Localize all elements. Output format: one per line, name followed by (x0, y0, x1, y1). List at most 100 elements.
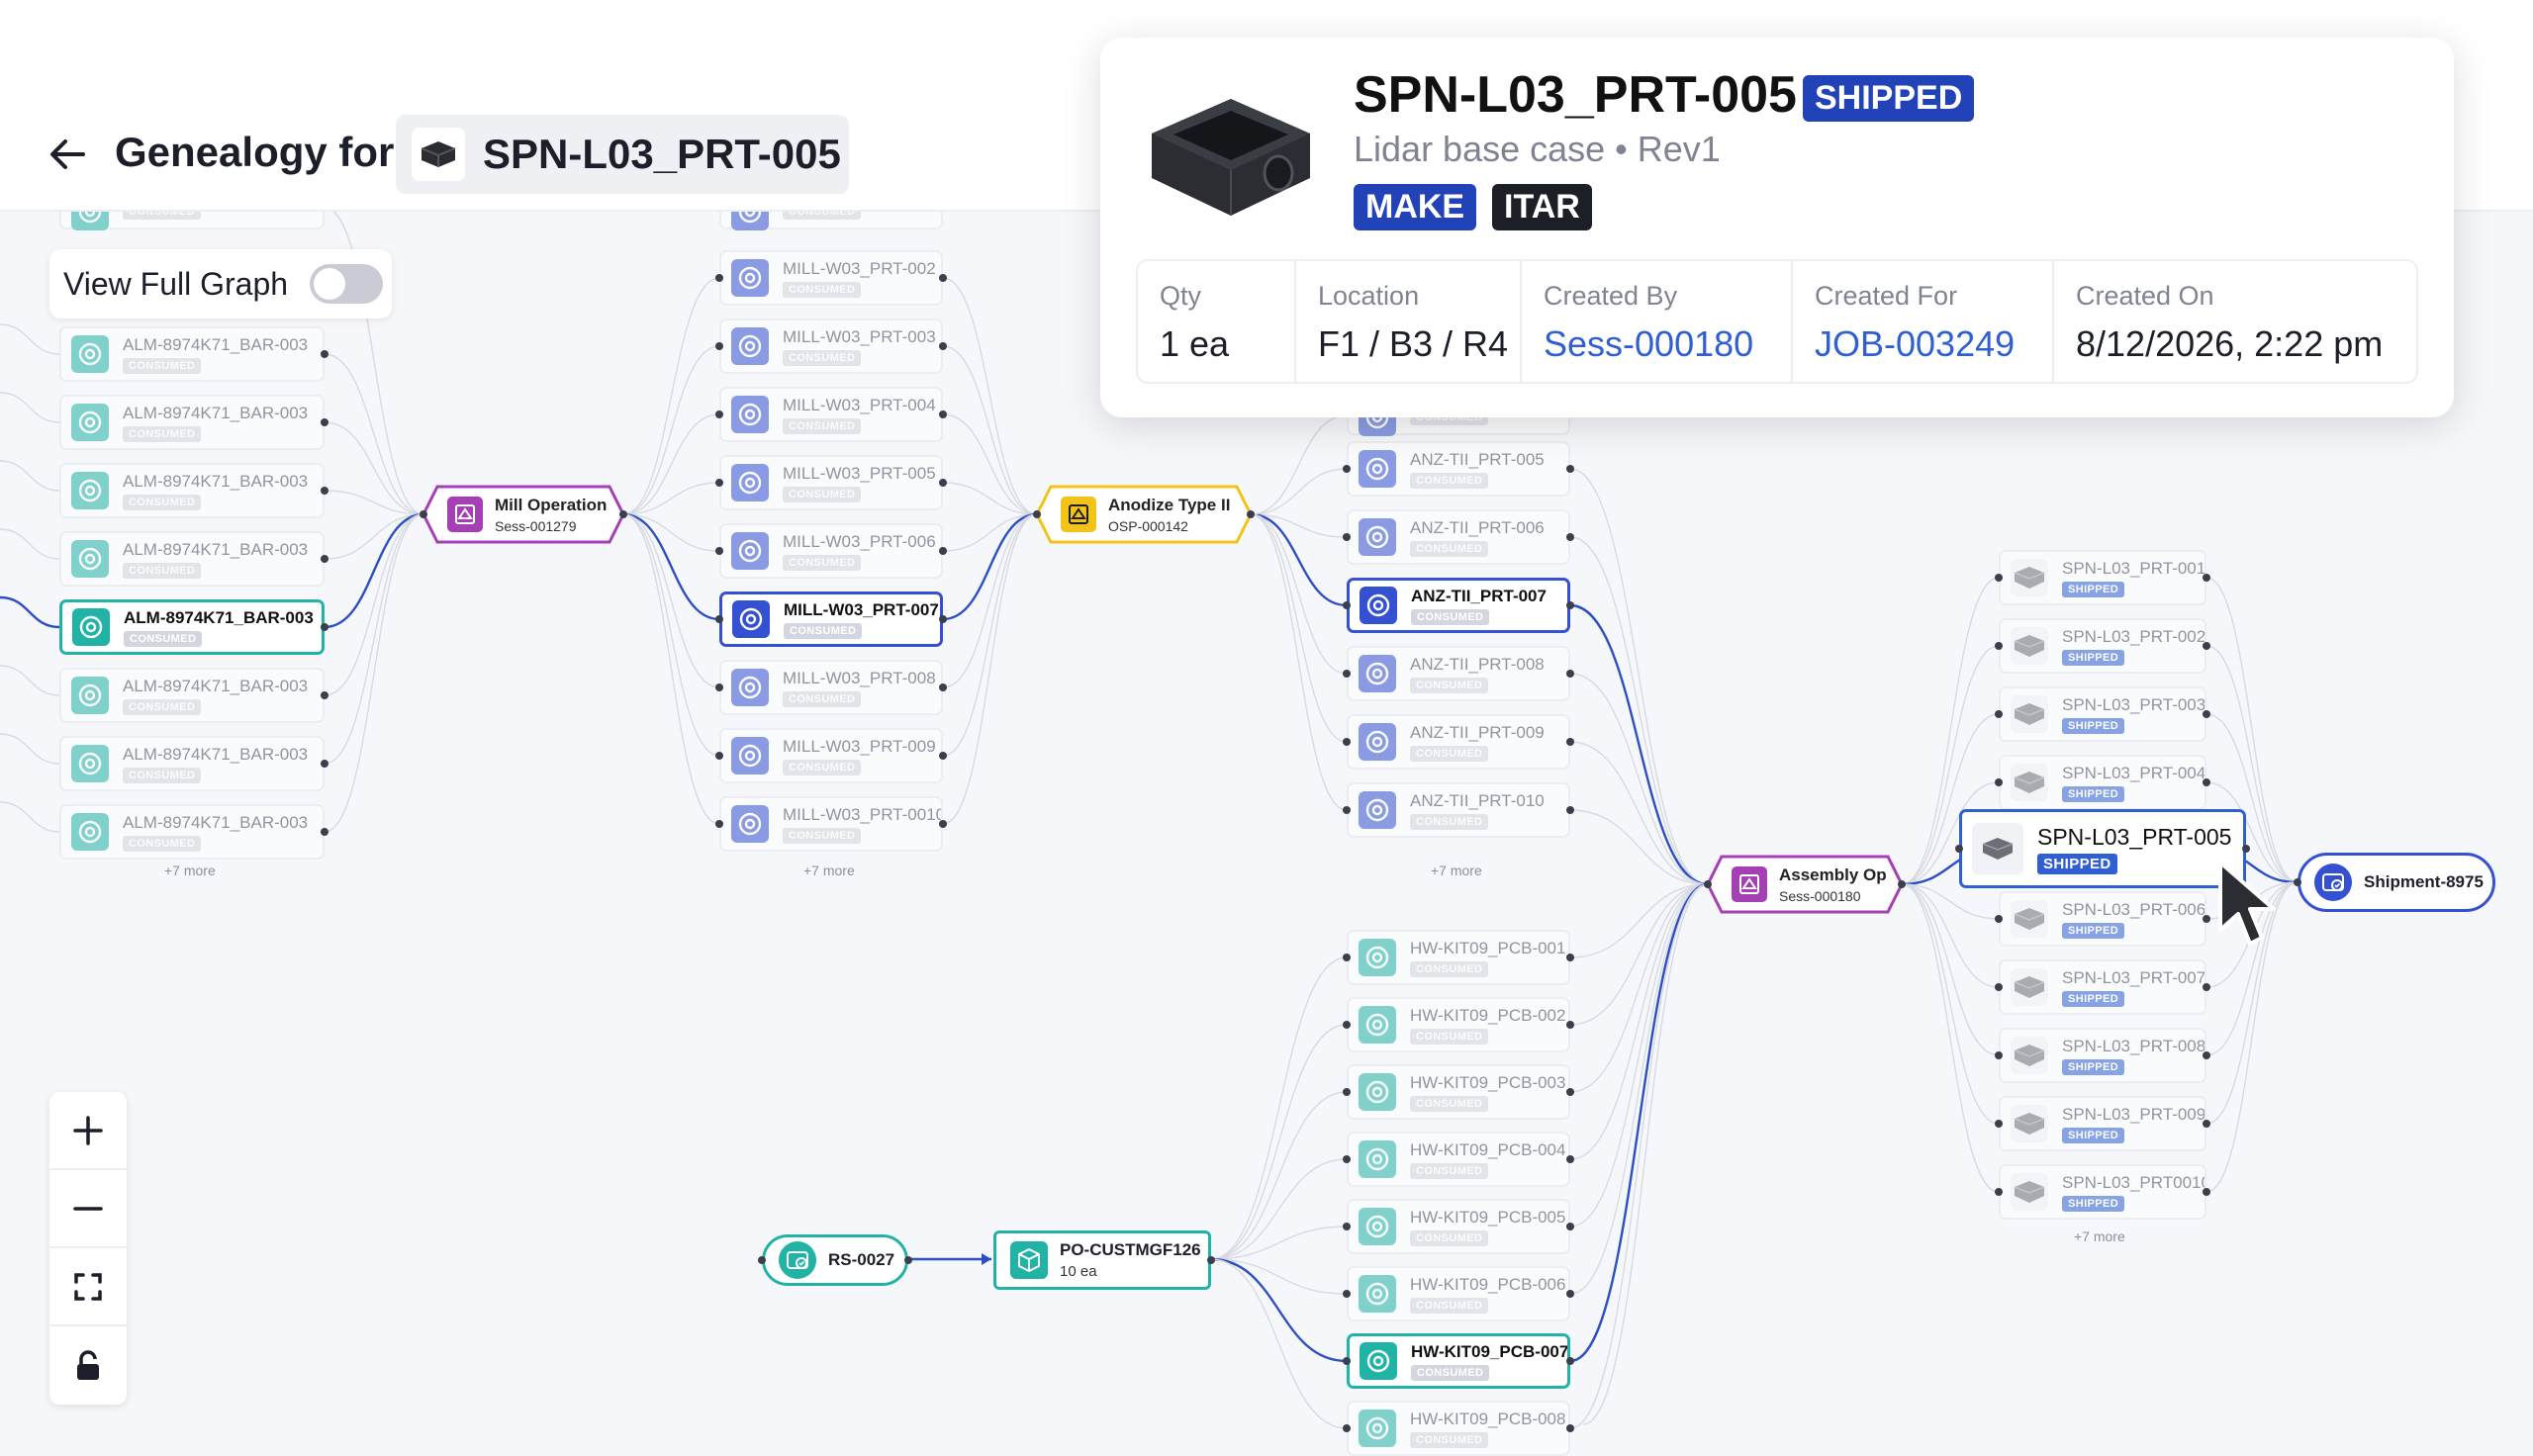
part-node[interactable]: MILL-W03_PRT-007 CONSUMED (719, 592, 943, 647)
part-node[interactable]: HW-KIT09_PCB-002 CONSUMED (1347, 997, 1570, 1052)
part-type-icon (1359, 939, 1396, 976)
part-node[interactable]: HW-KIT09_PCB-001 CONSUMED (1347, 930, 1570, 985)
connector-dot (321, 760, 328, 768)
more-count[interactable]: +7 more (803, 863, 855, 878)
part-node[interactable]: ALM-8974K71_BAR-003 CONSUMED (59, 599, 325, 655)
status-badge: CONSUMED (123, 425, 202, 442)
edge (1250, 468, 1348, 515)
part-type-icon (731, 327, 769, 365)
part-node[interactable]: ANZ-TII_PRT-006 CONSUMED (1347, 509, 1570, 565)
part-node[interactable]: MILL-W03_PRT-004 CONSUMED (719, 387, 943, 442)
status-badge: SHIPPED (2062, 1058, 2125, 1075)
purchase-order-node[interactable]: PO-CUSTMGF126 10 ea (993, 1230, 1211, 1290)
node-text: ANZ-TII_PRT-005 CONSUMED (1410, 450, 1545, 489)
part-icon (1365, 1215, 1389, 1238)
part-node[interactable]: HW-KIT09_PCB-004 CONSUMED (1347, 1132, 1570, 1187)
part-node[interactable]: ALM-8974K71_BAR-003 CONSUMED (59, 736, 325, 791)
connector-dot (1566, 1424, 1574, 1432)
view-full-graph-toggle[interactable]: View Full Graph (49, 249, 392, 318)
lock-icon (77, 1349, 99, 1380)
connector-dot (2203, 642, 2210, 650)
back-arrow-icon[interactable] (46, 133, 89, 176)
more-count[interactable]: +7 more (2074, 1228, 2125, 1244)
operation-node[interactable]: Mill Operation Sess-001279 (423, 487, 623, 542)
part-node[interactable]: MILL-W03_PRT-002 CONSUMED (719, 250, 943, 306)
node-name: MILL-W03_PRT-006 (783, 531, 936, 551)
part-node[interactable]: ALM-8974K71_BAR-003 CONSUMED (59, 395, 325, 450)
part-node[interactable]: SPN-L03_PRT0010 SHIPPED (1999, 1164, 2206, 1220)
operation-title: Anodize Type II (1108, 495, 1231, 514)
lidar-case-image (1152, 99, 1310, 216)
part-node[interactable]: MILL-W03_PRT-003 CONSUMED (719, 318, 943, 374)
status-badge: CONSUMED (783, 827, 862, 844)
connector-dot (1207, 1256, 1215, 1264)
zoom-out-button[interactable] (49, 1170, 127, 1248)
part-node[interactable]: SPN-L03_PRT-003 SHIPPED (1999, 686, 2206, 742)
node-text: SPN-L03_PRT0010 SHIPPED (2062, 1173, 2205, 1212)
part-node[interactable]: MILL-W03_PRT-005 CONSUMED (719, 455, 943, 510)
part-node[interactable]: SPN-L03_PRT-009 SHIPPED (1999, 1096, 2206, 1151)
part-node[interactable]: MILL-W03_PRT-006 CONSUMED (719, 523, 943, 579)
field-created-for[interactable]: Created For JOB-003249 (1793, 261, 2054, 382)
field-created-by[interactable]: Created By Sess-000180 (1522, 261, 1793, 382)
operation-node[interactable]: Anodize Type II OSP-000142 (1037, 487, 1251, 542)
part-node[interactable]: ANZ-TII_PRT-005 CONSUMED (1347, 441, 1570, 497)
part-type-icon (72, 608, 110, 646)
more-count[interactable]: +7 more (1431, 863, 1482, 878)
connector-dot (2242, 845, 2250, 853)
part-node[interactable]: HW-KIT09_PCB-005 CONSUMED (1347, 1199, 1570, 1254)
connector-dot (1033, 510, 1041, 518)
status-badge: CONSUMED (123, 698, 202, 715)
part-node[interactable]: ALM-8974K71_BAR-003 CONSUMED (59, 463, 325, 518)
shipment-node[interactable]: Shipment-8975 (2298, 853, 2495, 912)
part-node[interactable]: ALM-8974K71_BAR-003 CONSUMED (59, 668, 325, 723)
part-node[interactable]: SPN-L03_PRT-002 SHIPPED (1999, 618, 2206, 674)
part-node[interactable]: ALM-8974K71_BAR-003 CONSUMED (59, 531, 325, 587)
part-node[interactable]: MILL-W03_PRT-0010 CONSUMED (719, 796, 943, 852)
status-badge: SHIPPED (2062, 649, 2125, 666)
connector-dot (1566, 601, 1574, 609)
part-type-icon (71, 745, 109, 782)
node-name: ANZ-TII_PRT-008 (1410, 654, 1545, 674)
case-icon (2011, 695, 2048, 733)
part-node[interactable]: ANZ-TII_PRT-010 CONSUMED (1347, 782, 1570, 838)
part-node[interactable]: ANZ-TII_PRT-009 CONSUMED (1347, 714, 1570, 770)
part-icon (78, 342, 102, 366)
part-node[interactable]: MILL-W03_PRT-008 CONSUMED (719, 660, 943, 715)
node-name: MILL-W03_PRT-007 (784, 599, 939, 619)
connector-dot (1566, 954, 1574, 961)
part-chip[interactable]: SPN-L03_PRT-005 (396, 115, 849, 194)
part-node[interactable]: SPN-L03_PRT-006 SHIPPED (1999, 891, 2206, 947)
more-count[interactable]: +7 more (164, 863, 216, 878)
receiving-node[interactable]: RS-0027 (762, 1234, 908, 1286)
part-node[interactable]: SPN-L03_PRT-005 SHIPPED (1959, 809, 2246, 888)
connector-dot (939, 615, 947, 623)
connector-dot (1566, 1021, 1574, 1029)
part-icon (1365, 730, 1389, 754)
part-node[interactable]: SPN-L03_PRT-008 SHIPPED (1999, 1028, 2206, 1083)
part-node[interactable]: SPN-L03_PRT-001 SHIPPED (1999, 550, 2206, 605)
node-text: ANZ-TII_PRT-008 CONSUMED (1410, 655, 1545, 693)
part-node[interactable]: HW-KIT09_PCB-007 CONSUMED (1347, 1333, 1570, 1389)
fit-view-button[interactable] (49, 1248, 127, 1326)
node-text: MILL-W03_PRT-003 CONSUMED (783, 327, 936, 366)
part-node[interactable]: HW-KIT09_PCB-008 CONSUMED (1347, 1401, 1570, 1456)
part-node[interactable]: ANZ-TII_PRT-007 CONSUMED (1347, 578, 1570, 633)
part-node[interactable]: ALM-8974K71_BAR-003 CONSUMED (59, 326, 325, 382)
operation-node[interactable]: Assembly Op Sess-000180 (1708, 857, 1902, 912)
part-node[interactable]: HW-KIT09_PCB-006 CONSUMED (1347, 1266, 1570, 1321)
part-node[interactable]: ANZ-TII_PRT-008 CONSUMED (1347, 646, 1570, 701)
lock-button[interactable] (49, 1326, 127, 1405)
connector-dot (1995, 1120, 2003, 1128)
part-node[interactable]: SPN-L03_PRT-007 SHIPPED (1999, 959, 2206, 1015)
zoom-in-button[interactable] (49, 1092, 127, 1170)
toggle-switch[interactable] (310, 264, 384, 304)
status-badge: CONSUMED (783, 554, 862, 571)
part-node[interactable]: HW-KIT09_PCB-003 CONSUMED (1347, 1064, 1570, 1120)
part-node[interactable]: MILL-W03_PRT-009 CONSUMED (719, 728, 943, 783)
part-node[interactable]: ALM-8974K71_BAR-003 CONSUMED (59, 804, 325, 860)
part-node[interactable]: SPN-L03_PRT-004 SHIPPED (1999, 755, 2206, 810)
created-by-link[interactable]: Sess-000180 (1544, 323, 1769, 365)
created-for-link[interactable]: JOB-003249 (1815, 323, 2030, 365)
node-text: MILL-W03_PRT-004 CONSUMED (783, 396, 936, 434)
